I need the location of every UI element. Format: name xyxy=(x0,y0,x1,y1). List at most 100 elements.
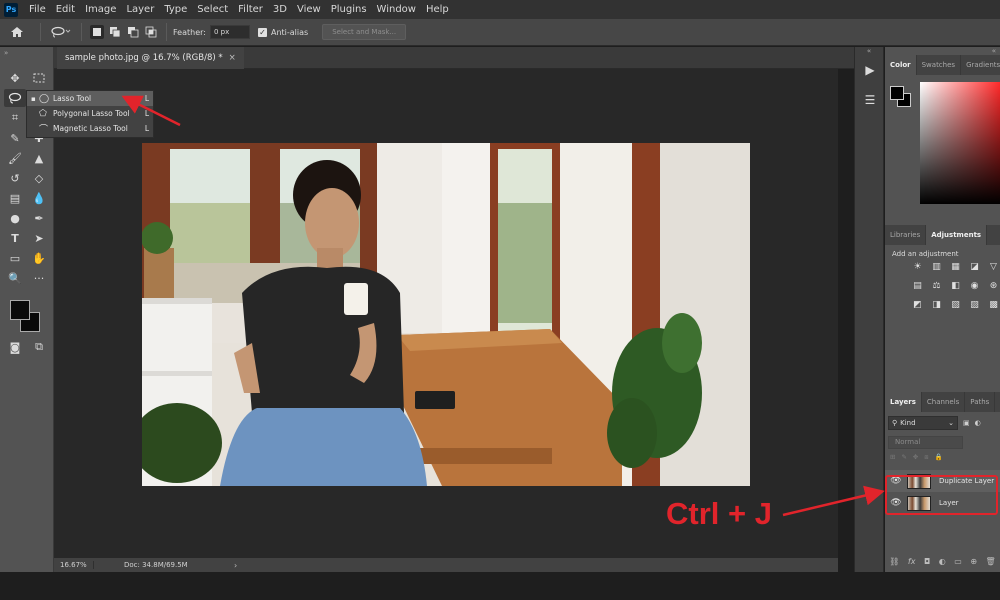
menu-3d[interactable]: 3D xyxy=(268,0,292,19)
eraser-tool-icon[interactable]: ◇ xyxy=(28,169,50,187)
color-picker-field[interactable] xyxy=(920,82,1000,204)
tab-color[interactable]: Color xyxy=(885,55,917,75)
levels-icon[interactable]: ▥ xyxy=(930,261,943,272)
lock-pixels-icon[interactable]: ✎ xyxy=(901,453,906,461)
dodge-tool-icon[interactable]: ● xyxy=(4,209,26,227)
lasso-tool-icon[interactable] xyxy=(4,89,26,107)
menu-plugins[interactable]: Plugins xyxy=(326,0,372,19)
threshold-icon[interactable]: ▧ xyxy=(949,299,962,310)
selective-color-icon[interactable]: ▩ xyxy=(987,299,1000,310)
properties-icon[interactable]: ☰ xyxy=(855,85,885,115)
close-tab-icon[interactable]: × xyxy=(229,53,236,63)
exposure-icon[interactable]: ◪ xyxy=(968,261,981,272)
black-white-icon[interactable]: ◧ xyxy=(949,280,962,291)
tab-swatches[interactable]: Swatches xyxy=(917,55,962,75)
photo-filter-icon[interactable]: ◉ xyxy=(968,280,981,291)
lasso-icon: ◯ xyxy=(39,93,50,104)
tab-paths[interactable]: Paths xyxy=(965,392,996,412)
menu-window[interactable]: Window xyxy=(372,0,421,19)
lock-all-icon[interactable]: 🔒 xyxy=(935,453,943,461)
clone-stamp-tool-icon[interactable]: ▲ xyxy=(28,149,50,167)
history-brush-tool-icon[interactable]: ↺ xyxy=(4,169,26,187)
delete-layer-icon[interactable]: 🗑 xyxy=(986,557,996,566)
gradient-tool-icon[interactable]: ▤ xyxy=(4,189,26,207)
more-tools-icon[interactable]: ··· xyxy=(28,269,50,287)
foreground-color[interactable] xyxy=(10,300,30,320)
flyout-polygonal-lasso-tool[interactable]: ⬠ Polygonal Lasso Tool L xyxy=(27,106,153,121)
menu-layer[interactable]: Layer xyxy=(121,0,159,19)
menu-type[interactable]: Type xyxy=(159,0,192,19)
brush-tool-icon[interactable]: 🖌 xyxy=(4,149,26,167)
canvas-area[interactable] xyxy=(54,69,838,558)
crop-tool-icon[interactable]: ⌗ xyxy=(4,109,26,127)
panel-collapse-icon[interactable]: » xyxy=(0,47,54,67)
blend-mode-select[interactable]: Normal xyxy=(888,435,963,449)
add-mask-icon[interactable]: ◘ xyxy=(924,557,930,566)
menu-file[interactable]: File xyxy=(24,0,51,19)
menu-edit[interactable]: Edit xyxy=(51,0,80,19)
collapse-right-panels-icon[interactable]: « xyxy=(885,47,1000,55)
pen-tool-icon[interactable]: ✒ xyxy=(28,209,50,227)
blur-tool-icon[interactable]: 💧 xyxy=(28,189,50,207)
filter-adjustment-icon[interactable]: ◐ xyxy=(975,419,981,427)
feather-input[interactable]: 0 px xyxy=(209,25,250,39)
marquee-tool-icon[interactable] xyxy=(28,69,50,87)
layer-style-icon[interactable]: fx xyxy=(908,557,916,566)
lock-transparent-icon[interactable]: ⊞ xyxy=(890,453,895,461)
select-and-mask-button[interactable]: Select and Mask... xyxy=(322,24,407,40)
invert-icon[interactable]: ◩ xyxy=(911,299,924,310)
menu-help[interactable]: Help xyxy=(421,0,454,19)
hue-saturation-icon[interactable]: ▤ xyxy=(911,280,924,291)
play-action-icon[interactable]: ▶ xyxy=(855,55,885,85)
flyout-lasso-tool[interactable]: ▪ ◯ Lasso Tool L xyxy=(27,91,153,106)
anti-alias-checkbox[interactable]: ✓ xyxy=(257,27,267,37)
intersect-selection-mode[interactable] xyxy=(144,25,158,39)
zoom-tool-icon[interactable]: 🔍 xyxy=(4,269,26,287)
lock-artboard-icon[interactable]: ⧈ xyxy=(924,453,928,462)
menu-image[interactable]: Image xyxy=(80,0,121,19)
zoom-level[interactable]: 16.67% xyxy=(54,561,94,569)
path-selection-tool-icon[interactable]: ➤ xyxy=(28,229,50,247)
curves-icon[interactable]: ▦ xyxy=(949,261,962,272)
vibrance-icon[interactable]: ▽ xyxy=(987,261,1000,272)
menu-select[interactable]: Select xyxy=(192,0,233,19)
status-menu-arrow-icon[interactable]: › xyxy=(234,561,237,570)
tool-preset-picker[interactable] xyxy=(47,19,75,46)
new-selection-mode[interactable] xyxy=(90,25,104,39)
tab-layers[interactable]: Layers xyxy=(885,392,922,412)
posterize-icon[interactable]: ◨ xyxy=(930,299,943,310)
new-group-icon[interactable]: ▭ xyxy=(954,557,962,566)
tab-gradients[interactable]: Gradients xyxy=(961,55,1000,75)
rectangle-tool-icon[interactable]: ▭ xyxy=(4,249,26,267)
brightness-contrast-icon[interactable]: ☀ xyxy=(911,261,924,272)
flyout-shortcut: L xyxy=(144,124,150,133)
tab-libraries[interactable]: Libraries xyxy=(885,225,927,245)
menu-filter[interactable]: Filter xyxy=(233,0,268,19)
subtract-from-selection-mode[interactable] xyxy=(126,25,140,39)
gradient-map-icon[interactable]: ▨ xyxy=(968,299,981,310)
new-adjustment-layer-icon[interactable]: ◐ xyxy=(939,557,946,566)
lock-position-icon[interactable]: ✥ xyxy=(913,453,918,461)
menu-view[interactable]: View xyxy=(292,0,326,19)
blend-mode-row: Normal xyxy=(885,434,1000,450)
quick-mask-icon[interactable]: ◙ xyxy=(4,338,26,356)
hand-tool-icon[interactable]: ✋ xyxy=(28,249,50,267)
link-layers-icon[interactable]: ⛓ xyxy=(889,557,899,566)
flyout-magnetic-lasso-tool[interactable]: ⌒ Magnetic Lasso Tool L xyxy=(27,121,153,136)
tab-channels[interactable]: Channels xyxy=(922,392,966,412)
type-tool-icon[interactable]: T xyxy=(4,229,26,247)
tab-adjustments[interactable]: Adjustments xyxy=(926,225,988,245)
document-tab[interactable]: sample photo.jpg @ 16.7% (RGB/8) * × xyxy=(57,47,244,69)
home-icon[interactable] xyxy=(0,19,34,46)
filter-image-icon[interactable]: ▣ xyxy=(963,419,970,427)
move-tool-icon[interactable]: ✥ xyxy=(4,69,26,87)
eyedropper-tool-icon[interactable]: ✎ xyxy=(4,129,26,147)
add-to-selection-mode[interactable] xyxy=(108,25,122,39)
color-panel-foreground[interactable] xyxy=(890,86,904,100)
new-layer-icon[interactable]: ⊕ xyxy=(970,557,977,566)
color-balance-icon[interactable]: ⚖ xyxy=(930,280,943,291)
layer-kind-filter[interactable]: ⚲ Kind ⌄ xyxy=(888,416,958,430)
collapse-icon[interactable]: « xyxy=(855,47,883,55)
channel-mixer-icon[interactable]: ⊛ xyxy=(987,280,1000,291)
screen-mode-icon[interactable]: ⧉ xyxy=(28,338,50,356)
